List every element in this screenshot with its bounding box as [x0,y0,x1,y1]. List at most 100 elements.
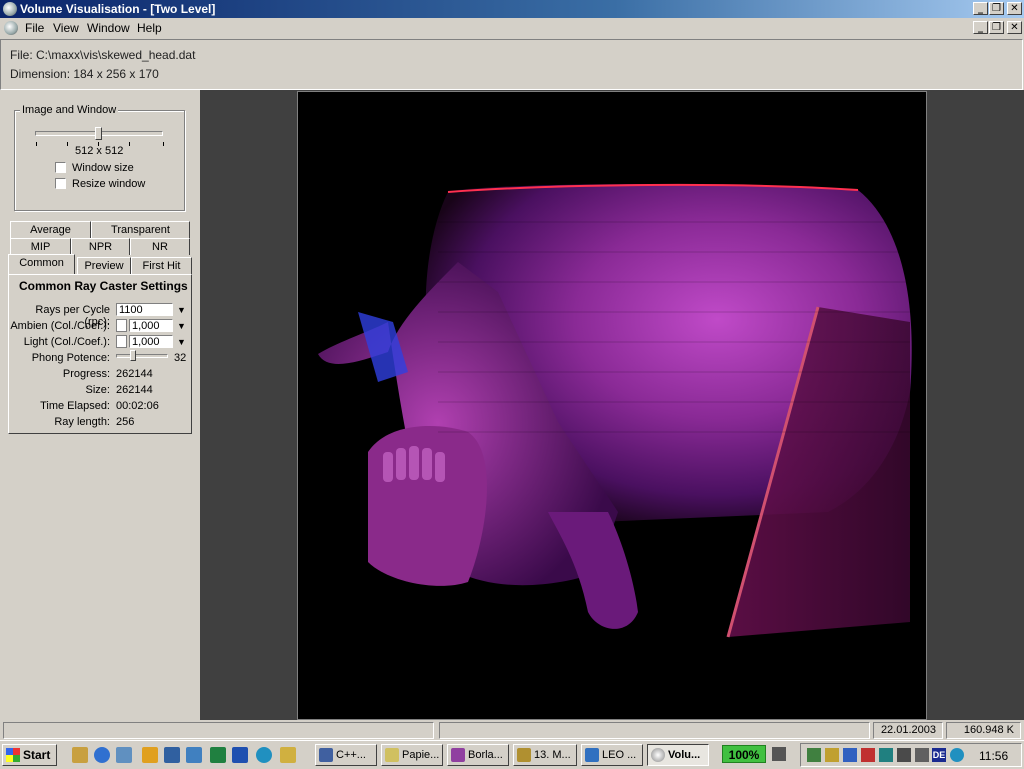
menu-window[interactable]: Window [87,21,130,35]
power-plug-icon[interactable] [772,747,786,761]
folder-icon [385,748,399,762]
tray-monitor-icon[interactable] [879,748,893,762]
tray-keyboard-icon[interactable] [897,748,911,762]
mdi-restore-button[interactable]: ❐ [989,21,1004,34]
mdi-close-button[interactable]: ✕ [1007,21,1022,34]
skull-render-image [318,183,912,638]
volume-vis-icon [651,748,665,762]
time-elapsed-label: Time Elapsed: [40,400,110,412]
menu-file[interactable]: File [25,21,44,35]
light-label: Light (Col./Coef.): [23,336,110,348]
outlook-icon[interactable] [116,747,132,763]
minimize-button[interactable]: _ [973,2,988,15]
window-size-checkbox[interactable] [55,162,66,173]
media-player-icon[interactable] [142,747,158,763]
search-icon[interactable] [280,747,296,763]
tab-preview[interactable]: Preview [77,257,131,274]
task-label: 13. M... [534,749,571,761]
tab-mip[interactable]: MIP [10,238,71,255]
task-cpp[interactable]: C++... [315,744,377,766]
task-papier[interactable]: Papie... [381,744,443,766]
light-input[interactable]: 1,000 [129,335,173,348]
app-icon[interactable] [3,2,17,16]
network-icon[interactable] [164,747,180,763]
image-window-group [14,110,185,211]
volume-render-canvas[interactable] [297,91,927,720]
phong-value: 32 [174,352,187,364]
settings-heading: Common Ray Caster Settings [19,279,188,293]
tab-nr[interactable]: NR [130,238,190,255]
tab-transparent[interactable]: Transparent [91,221,190,238]
size-value: 262144 [116,384,153,396]
editor-icon[interactable] [210,747,226,763]
clock[interactable]: 11:56 [979,749,1008,763]
task-label: Papie... [402,749,440,761]
menu-help[interactable]: Help [137,21,162,35]
ambien-dropdown-icon[interactable]: ▼ [177,321,186,331]
book-icon [451,748,465,762]
font-icon[interactable] [232,747,248,763]
ray-length-value: 256 [116,416,135,428]
tab-first-hit[interactable]: First Hit [131,257,192,274]
tray-alert-icon[interactable] [861,748,875,762]
image-size-value: 512 x 512 [75,145,124,157]
resize-window-label: Resize window [72,178,146,190]
status-date: 22.01.2003 [873,722,943,739]
task-volume-vis[interactable]: Volu... [647,744,709,766]
start-button[interactable]: Start [2,744,57,766]
phong-slider[interactable] [116,354,168,358]
tray-display-icon[interactable] [843,748,857,762]
refresh-icon[interactable] [256,747,272,763]
task-label: Borla... [468,749,503,761]
task-leo[interactable]: LEO ... [581,744,643,766]
ambien-color-swatch[interactable] [116,319,127,332]
size-label: Size: [85,384,110,396]
task-label: LEO ... [602,749,637,761]
slider-tick [67,142,68,146]
light-color-swatch[interactable] [116,335,127,348]
tab-npr[interactable]: NPR [71,238,130,255]
window-size-label: Window size [72,162,134,174]
common-settings-panel: Common Ray Caster Settings Rays per Cycl… [8,274,192,434]
task-borland[interactable]: Borla... [447,744,509,766]
image-size-slider-thumb[interactable] [95,127,102,140]
start-label: Start [23,748,51,762]
phong-slider-thumb[interactable] [130,350,136,361]
status-pane-secondary [439,722,870,739]
tray-printer-icon[interactable] [915,748,929,762]
file-info-panel: File: C:\maxx\vis\skewed_head.dat Dimens… [0,39,1023,90]
status-pane-main [3,722,434,739]
ambien-label: Ambien (Col./Coef.): [10,320,110,332]
slider-tick [129,142,130,146]
menu-bar: File View Window Help _ ❐ ✕ [0,18,1024,38]
tool-icon[interactable] [186,747,202,763]
volume-icon[interactable] [825,748,839,762]
tab-common[interactable]: Common [8,254,75,274]
language-indicator[interactable]: DE [932,748,946,762]
taskbar: Start C++... Papie... Borla... 13. M... … [0,740,1024,769]
document-icon[interactable] [4,21,18,35]
resize-window-checkbox[interactable] [55,178,66,189]
tray-network-icon[interactable] [807,748,821,762]
mdi-minimize-button[interactable]: _ [973,21,988,34]
task-label: C++... [336,749,366,761]
progress-label: Progress: [62,368,110,380]
maximize-button[interactable]: ❐ [989,2,1004,15]
pen-icon [517,748,531,762]
show-desktop-icon[interactable] [72,747,88,763]
close-button[interactable]: ✕ [1007,2,1022,15]
rays-dropdown-icon[interactable]: ▼ [177,305,186,315]
menu-view[interactable]: View [53,21,79,35]
tray-sync-icon[interactable] [950,748,964,762]
window-title: Volume Visualisation - [Two Level] [20,2,216,16]
time-elapsed-value: 00:02:06 [116,400,159,412]
tab-average[interactable]: Average [10,221,91,238]
battery-indicator[interactable]: 100% [722,745,766,763]
leo-icon [585,748,599,762]
task-13m[interactable]: 13. M... [513,744,577,766]
rays-input[interactable]: 1100 [116,303,173,316]
ambien-input[interactable]: 1,000 [129,319,173,332]
light-dropdown-icon[interactable]: ▼ [177,337,186,347]
internet-explorer-icon[interactable] [94,747,110,763]
ray-length-label: Ray length: [54,416,110,428]
